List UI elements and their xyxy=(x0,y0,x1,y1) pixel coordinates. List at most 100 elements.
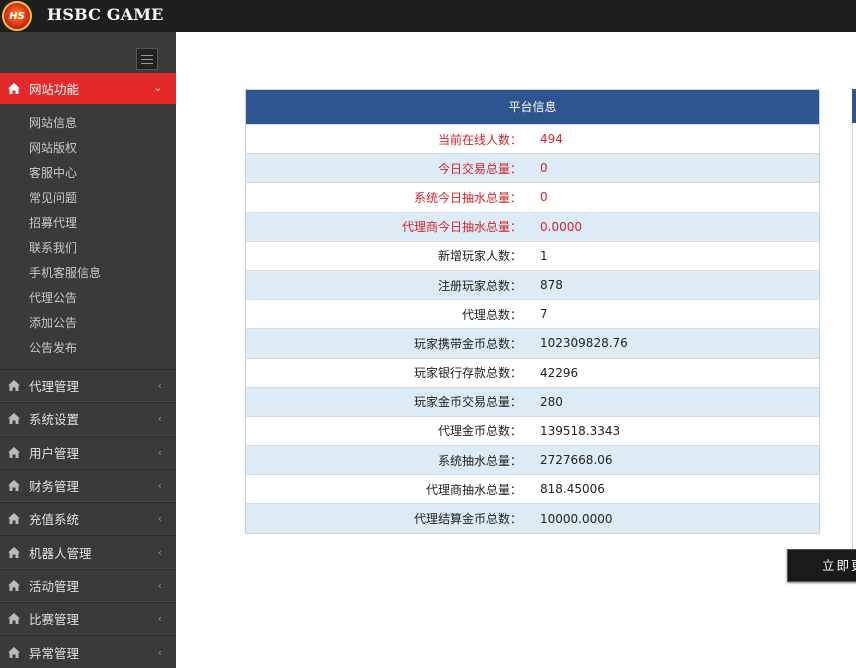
row-value: 0 xyxy=(540,190,548,205)
table-row: 系统今日抽水总量： 0 xyxy=(246,182,819,212)
table-row: 玩家金币交易总量： 280 xyxy=(246,386,819,416)
sidebar-item-label: 系统设置 xyxy=(29,412,80,428)
row-label: 新增玩家人数： xyxy=(437,249,522,264)
sidebar-item[interactable]: 异常管理 ‹ xyxy=(0,635,176,668)
row-label: 今日交易总量： xyxy=(437,161,522,176)
table-row: 注册玩家总数： 878 xyxy=(246,269,819,300)
sidebar-item-label: 活动管理 xyxy=(29,578,80,594)
chevron-left-icon: ‹ xyxy=(157,578,162,592)
home-icon xyxy=(8,413,20,425)
row-label: 系统抽水总量： xyxy=(437,453,522,468)
submenu-item[interactable]: 网站信息 xyxy=(0,111,176,136)
sidebar-item-label: 机器人管理 xyxy=(29,545,92,561)
row-value: 494 xyxy=(540,132,563,147)
table-row: 玩家携带金币总数： 102309828.76 xyxy=(246,328,819,358)
chevron-left-icon: ‹ xyxy=(157,612,162,626)
submenu-item[interactable]: 客服中心 xyxy=(0,161,176,186)
sidebar-item-label: 财务管理 xyxy=(29,479,80,495)
row-label: 注册玩家总数： xyxy=(437,278,522,293)
home-icon xyxy=(8,480,20,492)
row-value: 42296 xyxy=(540,365,579,380)
table-row: 当前在线人数： 494 xyxy=(246,124,819,154)
row-label: 玩家金币交易总量： xyxy=(413,395,522,410)
sidebar-item-label: 用户管理 xyxy=(29,445,80,461)
sidebar-toggle-button[interactable] xyxy=(136,48,158,70)
table-row: 新增玩家人数： 1 xyxy=(246,240,819,270)
submenu-item[interactable]: 联系我们 xyxy=(0,236,176,261)
sidebar-item[interactable]: 机器人管理 ‹ xyxy=(0,535,176,569)
home-icon xyxy=(8,613,20,625)
sidebar-item[interactable]: 活动管理 ‹ xyxy=(0,568,176,603)
row-value: 818.45006 xyxy=(540,482,605,497)
main-content: 平台信息 当前在线人数： 494 今日交易总量： 0 系统今日抽水总量： 0 代理商今日抽水… xyxy=(176,32,856,668)
second-panel-header xyxy=(852,89,856,123)
row-value: 7 xyxy=(540,307,548,322)
platform-info-panel: 平台信息 当前在线人数： 494 今日交易总量： 0 系统今日抽水总量： 0 代理商今日抽水… xyxy=(245,89,820,534)
submenu-item[interactable]: 手机客服信息 xyxy=(0,261,176,286)
row-value: 1 xyxy=(540,248,548,263)
logo-icon[interactable]: HS xyxy=(2,1,32,31)
sidebar-menu: 代理管理 ‹ 系统设置 ‹ 用户管理 ‹ 财务管理 ‹ 充值系统 ‹ 机器人管理 ‹ 活动管理 ‹ 比赛管理… xyxy=(0,369,176,668)
sidebar-item[interactable]: 财务管理 ‹ xyxy=(0,468,176,503)
brand-title: HSBC GAME xyxy=(47,5,164,24)
row-label: 代理结算金币总数： xyxy=(413,512,522,527)
table-row: 代理商抽水总量： 818.45006 xyxy=(246,474,819,504)
submenu-item[interactable]: 招募代理 xyxy=(0,211,176,236)
row-label: 代理商今日抽水总量： xyxy=(401,220,522,235)
table-row: 今日交易总量： 0 xyxy=(246,153,819,183)
home-icon xyxy=(8,446,20,458)
sidebar-item[interactable]: 比赛管理 ‹ xyxy=(0,602,176,636)
home-icon xyxy=(8,646,20,658)
sidebar-item-label: 充值系统 xyxy=(29,512,80,528)
row-value: 878 xyxy=(540,278,563,293)
top-bar: HS HSBC GAME xyxy=(0,0,856,32)
row-label: 玩家银行存款总数： xyxy=(413,366,522,381)
home-icon xyxy=(8,579,20,591)
submenu-item[interactable]: 添加公告 xyxy=(0,311,176,336)
submenu-item[interactable]: 公告发布 xyxy=(0,336,176,361)
row-label: 系统今日抽水总量： xyxy=(413,190,522,205)
table-row: 代理金币总数： 139518.3343 xyxy=(246,415,819,446)
sidebar: 网站功能 ⌄ 网站信息 网站版权 客服中心 常见问题 招募代理 联系我们 手机客服信息 代理公… xyxy=(0,32,176,668)
row-label: 玩家携带金币总数： xyxy=(413,336,522,351)
row-label: 当前在线人数： xyxy=(437,132,522,147)
table-row: 代理结算金币总数： 10000.0000 xyxy=(246,503,819,533)
table-row: 玩家银行存款总数： 42296 xyxy=(246,357,819,387)
table-row: 系统抽水总量： 2727668.06 xyxy=(246,445,819,475)
sidebar-item-label: 网站功能 xyxy=(29,82,80,97)
chevron-left-icon: ‹ xyxy=(157,379,162,393)
home-icon xyxy=(8,513,20,525)
row-label: 代理金币总数： xyxy=(437,424,522,439)
row-value: 280 xyxy=(540,394,563,409)
sidebar-item[interactable]: 系统设置 ‹ xyxy=(0,402,176,436)
table-row: 代理商今日抽水总量： 0.0000 xyxy=(246,211,819,241)
info-table: 当前在线人数： 494 今日交易总量： 0 系统今日抽水总量： 0 代理商今日抽水总量： 0.… xyxy=(246,124,819,533)
sidebar-item-label: 异常管理 xyxy=(29,645,80,661)
row-value: 2727668.06 xyxy=(540,453,613,468)
second-panel-edge xyxy=(852,89,856,564)
row-label: 代理商抽水总量： xyxy=(425,482,522,497)
chevron-left-icon: ‹ xyxy=(157,479,162,493)
row-value: 10000.0000 xyxy=(540,511,613,526)
table-row: 代理总数： 7 xyxy=(246,299,819,329)
row-value: 0.0000 xyxy=(540,219,582,234)
chevron-left-icon: ‹ xyxy=(157,645,162,659)
submit-button[interactable]: 立即更 xyxy=(787,549,856,582)
sidebar-item-label: 代理管理 xyxy=(29,379,80,395)
chevron-left-icon: ‹ xyxy=(157,445,162,459)
submenu-item[interactable]: 代理公告 xyxy=(0,286,176,311)
row-label: 代理总数： xyxy=(461,307,522,322)
row-value: 102309828.76 xyxy=(540,336,628,351)
sidebar-item[interactable]: 充值系统 ‹ xyxy=(0,502,176,536)
row-value: 139518.3343 xyxy=(540,423,621,438)
submenu-item[interactable]: 常见问题 xyxy=(0,186,176,211)
sidebar-item[interactable]: 用户管理 ‹ xyxy=(0,435,176,469)
home-icon xyxy=(8,546,20,558)
sidebar-item[interactable]: 代理管理 ‹ xyxy=(0,369,176,403)
panel-title: 平台信息 xyxy=(246,90,819,124)
home-icon xyxy=(8,83,20,94)
submenu-item[interactable]: 网站版权 xyxy=(0,136,176,161)
chevron-left-icon: ‹ xyxy=(157,412,162,426)
sidebar-item-website-functions[interactable]: 网站功能 ⌄ xyxy=(0,73,176,104)
home-icon xyxy=(8,380,20,392)
